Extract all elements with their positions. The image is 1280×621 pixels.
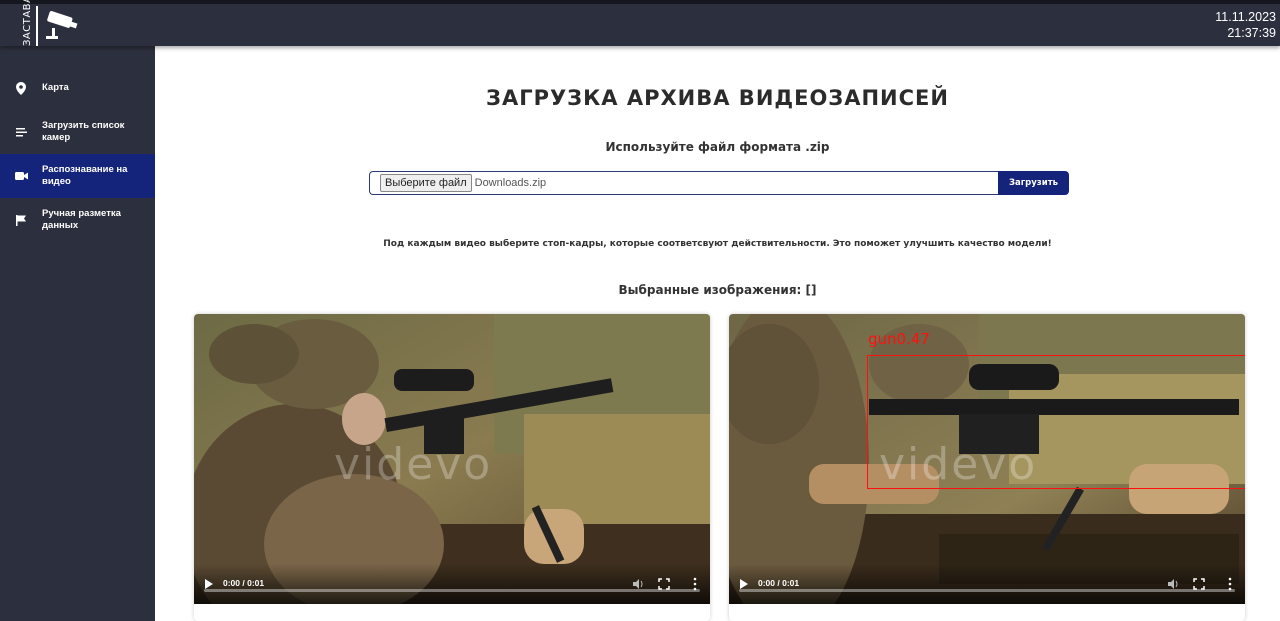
current-date: 11.11.2023 — [1215, 10, 1276, 24]
video-card: videvo 0:00 / 0:01 — [194, 314, 710, 621]
choose-file-button[interactable]: Выберите файл — [380, 174, 472, 192]
page-title: ЗАГРУЗКА АРХИВА ВИДЕОЗАПИСЕЙ — [486, 86, 949, 110]
video-player[interactable]: videvo 0:00 / 0:01 — [194, 314, 710, 604]
app-logo[interactable]: ЗАСТАВА — [22, 0, 82, 48]
sidebar-item-manual-labeling[interactable]: Ручная разметка данных — [0, 198, 155, 242]
selected-images: Выбранные изображения: [] — [618, 283, 817, 297]
detection-box — [867, 355, 1245, 489]
progress-bar[interactable] — [739, 589, 1235, 592]
current-time: 21:37:39 — [1227, 26, 1276, 40]
video-player[interactable]: videvo gun0.47 0:00 / 0:01 — [729, 314, 1245, 604]
format-hint: Используйте файл формата .zip — [605, 140, 830, 154]
map-pin-icon — [14, 81, 28, 95]
video-controls: 0:00 / 0:01 — [194, 564, 710, 604]
sidebar-item-label: Ручная разметка данных — [42, 208, 121, 231]
sidebar: Карта Загрузить список камер Распознаван… — [0, 46, 155, 621]
file-name: Downloads.zip — [474, 177, 547, 189]
security-camera-icon — [46, 11, 78, 39]
video-card: videvo gun0.47 0:00 / 0:01 — [729, 314, 1245, 621]
list-icon — [14, 125, 28, 139]
flag-icon — [14, 213, 28, 227]
video-time: 0:00 / 0:01 — [223, 578, 265, 588]
upload-form: Выберите файл Downloads.zip Загрузить — [369, 171, 1069, 195]
video-time: 0:00 / 0:01 — [758, 578, 800, 588]
main-content: ЗАГРУЗКА АРХИВА ВИДЕОЗАПИСЕЙ Используйте… — [155, 46, 1280, 621]
detection-label: gun0.47 — [868, 330, 930, 348]
progress-bar[interactable] — [204, 589, 700, 592]
file-input[interactable]: Выберите файл Downloads.zip — [369, 171, 998, 195]
sidebar-item-label: Загрузить список камер — [42, 120, 125, 143]
sidebar-item-label: Распознавание на видео — [42, 164, 128, 187]
instruction-text: Под каждым видео выберите стоп-кадры, ко… — [383, 239, 1052, 249]
sidebar-item-video-recognition[interactable]: Распознавание на видео — [0, 154, 155, 198]
top-bar: ЗАСТАВА 11.11.2023 21:37:39 — [0, 0, 1280, 46]
sidebar-item-label: Карта — [42, 82, 69, 93]
sidebar-item-map[interactable]: Карта — [0, 66, 155, 110]
video-camera-icon — [14, 169, 28, 183]
logo-text: ЗАСТАВА — [22, 0, 33, 46]
datetime: 11.11.2023 21:37:39 — [1215, 9, 1276, 41]
watermark-text: videvo — [334, 439, 493, 490]
sidebar-item-upload-cameras[interactable]: Загрузить список камер — [0, 110, 155, 154]
logo-divider — [36, 6, 38, 46]
video-controls: 0:00 / 0:01 — [729, 564, 1245, 604]
upload-button[interactable]: Загрузить — [998, 171, 1069, 195]
